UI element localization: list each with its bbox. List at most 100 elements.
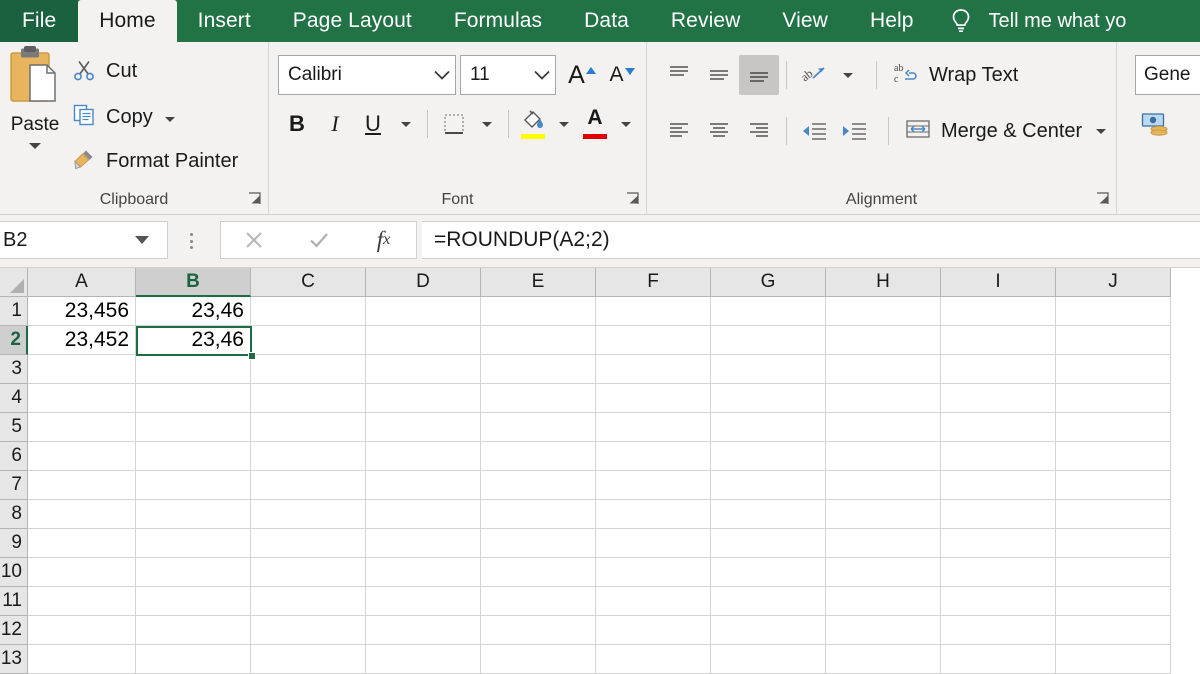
cell-G5[interactable] (711, 413, 826, 442)
cell-J3[interactable] (1056, 355, 1171, 384)
cell-G3[interactable] (711, 355, 826, 384)
ribbon-tab-formulas[interactable]: Formulas (433, 0, 563, 42)
cell-C6[interactable] (251, 442, 366, 471)
fill-color-button[interactable] (516, 104, 550, 144)
cell-C13[interactable] (251, 645, 366, 674)
cell-I1[interactable] (941, 297, 1056, 326)
cell-H11[interactable] (826, 587, 941, 616)
orientation-button[interactable]: ab (794, 55, 834, 95)
cell-D2[interactable] (366, 326, 481, 355)
cell-A2[interactable]: 23,452 (28, 326, 136, 355)
cell-J9[interactable] (1056, 529, 1171, 558)
cell-D8[interactable] (366, 500, 481, 529)
cell-I4[interactable] (941, 384, 1056, 413)
borders-button[interactable] (435, 104, 473, 144)
cell-G13[interactable] (711, 645, 826, 674)
cell-H2[interactable] (826, 326, 941, 355)
cell-H6[interactable] (826, 442, 941, 471)
clipboard-dialog-launcher[interactable] (248, 192, 261, 205)
column-header-C[interactable]: C (251, 268, 366, 297)
ribbon-tab-page-layout[interactable]: Page Layout (272, 0, 433, 42)
row-header-5[interactable]: 5 (0, 413, 28, 442)
cut-button[interactable]: Cut (72, 56, 137, 86)
row-header-12[interactable]: 12 (0, 616, 28, 645)
cell-E10[interactable] (481, 558, 596, 587)
cell-E12[interactable] (481, 616, 596, 645)
ribbon-tab-insert[interactable]: Insert (177, 0, 272, 42)
cell-H4[interactable] (826, 384, 941, 413)
cell-F4[interactable] (596, 384, 711, 413)
cell-F1[interactable] (596, 297, 711, 326)
cell-B3[interactable] (136, 355, 251, 384)
cell-C1[interactable] (251, 297, 366, 326)
cell-E4[interactable] (481, 384, 596, 413)
accounting-number-format-button[interactable] (1135, 104, 1177, 144)
row-header-4[interactable]: 4 (0, 384, 28, 413)
column-header-J[interactable]: J (1056, 268, 1171, 297)
cell-I7[interactable] (941, 471, 1056, 500)
cell-F10[interactable] (596, 558, 711, 587)
cell-H9[interactable] (826, 529, 941, 558)
cell-D12[interactable] (366, 616, 481, 645)
cell-H7[interactable] (826, 471, 941, 500)
format-painter-button[interactable]: Format Painter (72, 146, 238, 176)
cell-A9[interactable] (28, 529, 136, 558)
cell-B7[interactable] (136, 471, 251, 500)
merge-and-center-button[interactable]: Merge & Center (905, 111, 1082, 151)
cell-A8[interactable] (28, 500, 136, 529)
cell-B5[interactable] (136, 413, 251, 442)
cell-C4[interactable] (251, 384, 366, 413)
cell-J12[interactable] (1056, 616, 1171, 645)
align-top-button[interactable] (659, 55, 699, 95)
column-header-I[interactable]: I (941, 268, 1056, 297)
cell-C12[interactable] (251, 616, 366, 645)
merge-dropdown-caret-icon[interactable] (1096, 129, 1106, 134)
font-color-dropdown-caret-icon[interactable] (621, 122, 631, 127)
cell-G2[interactable] (711, 326, 826, 355)
row-header-6[interactable]: 6 (0, 442, 28, 471)
cell-H1[interactable] (826, 297, 941, 326)
cell-A10[interactable] (28, 558, 136, 587)
cell-I5[interactable] (941, 413, 1056, 442)
cell-J13[interactable] (1056, 645, 1171, 674)
name-box[interactable]: B2 (0, 221, 168, 259)
cell-F2[interactable] (596, 326, 711, 355)
cell-E8[interactable] (481, 500, 596, 529)
cell-I8[interactable] (941, 500, 1056, 529)
cell-I10[interactable] (941, 558, 1056, 587)
column-header-D[interactable]: D (366, 268, 481, 297)
cell-I2[interactable] (941, 326, 1056, 355)
insert-function-button[interactable]: fx (351, 222, 416, 258)
cell-A6[interactable] (28, 442, 136, 471)
italic-button[interactable]: I (316, 104, 354, 144)
column-header-G[interactable]: G (711, 268, 826, 297)
cell-G12[interactable] (711, 616, 826, 645)
decrease-font-size-button[interactable]: A (603, 55, 641, 95)
cell-H13[interactable] (826, 645, 941, 674)
row-header-10[interactable]: 10 (0, 558, 28, 587)
align-left-button[interactable] (659, 111, 699, 151)
cell-C3[interactable] (251, 355, 366, 384)
cell-B10[interactable] (136, 558, 251, 587)
cell-E7[interactable] (481, 471, 596, 500)
font-size-combo[interactable]: 11 (460, 55, 556, 95)
column-header-H[interactable]: H (826, 268, 941, 297)
cell-B8[interactable] (136, 500, 251, 529)
cell-J1[interactable] (1056, 297, 1171, 326)
row-header-11[interactable]: 11 (0, 587, 28, 616)
cell-C5[interactable] (251, 413, 366, 442)
cell-J8[interactable] (1056, 500, 1171, 529)
cell-A3[interactable] (28, 355, 136, 384)
cell-E5[interactable] (481, 413, 596, 442)
cell-D3[interactable] (366, 355, 481, 384)
cell-B2[interactable]: 23,46 (136, 326, 251, 355)
cell-D7[interactable] (366, 471, 481, 500)
cell-A11[interactable] (28, 587, 136, 616)
cell-A12[interactable] (28, 616, 136, 645)
increase-indent-button[interactable] (834, 111, 874, 151)
cell-A7[interactable] (28, 471, 136, 500)
cell-G9[interactable] (711, 529, 826, 558)
cell-D9[interactable] (366, 529, 481, 558)
wrap-text-button[interactable]: ab c Wrap Text (893, 55, 1018, 95)
cell-E3[interactable] (481, 355, 596, 384)
